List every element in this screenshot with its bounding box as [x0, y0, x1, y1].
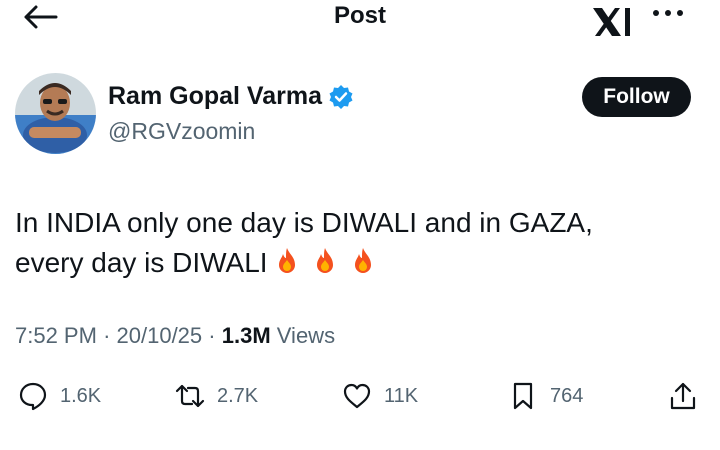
share-button[interactable] — [668, 378, 698, 414]
post-text-line-2: every day is DIWALI — [15, 247, 268, 278]
avatar[interactable] — [15, 73, 96, 154]
reply-count: 1.6K — [60, 384, 102, 407]
meta-separator: · — [208, 323, 216, 348]
post-date[interactable]: 20/10/25 — [117, 323, 203, 348]
x-logo-icon[interactable] — [591, 4, 635, 40]
fire-emoji-group — [272, 246, 378, 276]
repost-icon — [175, 384, 205, 408]
action-bar: 1.6K 2.7K 11K 764 — [0, 378, 720, 414]
fire-emoji-icon — [354, 248, 371, 273]
bookmark-icon — [513, 382, 533, 410]
reply-icon — [19, 382, 47, 411]
like-button[interactable]: 11K — [342, 378, 418, 414]
meta-separator: · — [103, 323, 111, 348]
author-name-row[interactable]: Ram Gopal Varma — [108, 82, 354, 111]
verified-badge-icon — [329, 84, 353, 109]
like-count: 11K — [384, 384, 419, 407]
share-icon — [670, 382, 696, 410]
repost-button[interactable]: 2.7K — [175, 378, 258, 414]
repost-count: 2.7K — [217, 384, 259, 407]
views-count: 1.3M — [221, 323, 271, 348]
post-meta: 7:52 PM · 20/10/25 · 1.3M Views — [15, 323, 335, 349]
bookmark-count: 764 — [550, 384, 584, 407]
post-text: In INDIA only one day is DIWALI and in G… — [15, 203, 675, 283]
heart-icon — [343, 383, 371, 409]
post-text-line-1: In INDIA only one day is DIWALI and in G… — [15, 207, 593, 238]
post-time[interactable]: 7:52 PM — [15, 323, 97, 348]
more-options-icon[interactable] — [651, 6, 685, 20]
author-handle[interactable]: @RGVzoomin — [108, 118, 255, 145]
follow-button[interactable]: Follow — [582, 77, 691, 117]
views-label: Views — [276, 323, 336, 348]
post-text-line-2-row: every day is DIWALI — [15, 243, 675, 283]
fire-emoji-icon — [278, 248, 295, 273]
top-bar: Post — [0, 0, 720, 40]
bookmark-button[interactable]: 764 — [508, 378, 583, 414]
author-name[interactable]: Ram Gopal Varma — [108, 82, 322, 111]
fire-emoji-icon — [316, 248, 333, 273]
reply-button[interactable]: 1.6K — [18, 378, 101, 414]
